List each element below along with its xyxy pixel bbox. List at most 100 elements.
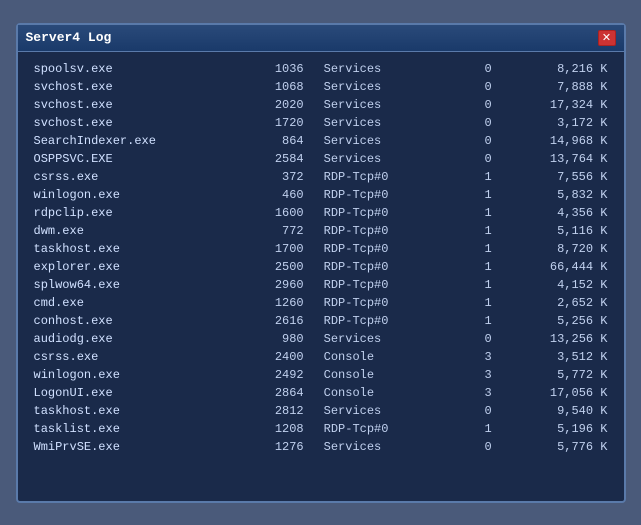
memory: 8,720 K bbox=[498, 240, 614, 258]
memory: 17,056 K bbox=[498, 384, 614, 402]
session: Services bbox=[310, 96, 455, 114]
session: RDP-Tcp#0 bbox=[310, 312, 455, 330]
memory: 14,968 K bbox=[498, 132, 614, 150]
pid: 2960 bbox=[230, 276, 310, 294]
table-row: rdpclip.exe 1600 RDP-Tcp#0 1 4,356 K bbox=[28, 204, 614, 222]
pid: 2864 bbox=[230, 384, 310, 402]
process-name: SearchIndexer.exe bbox=[28, 132, 231, 150]
table-row: csrss.exe 2400 Console 3 3,512 K bbox=[28, 348, 614, 366]
process-name: svchost.exe bbox=[28, 96, 231, 114]
table-row: taskhost.exe 2812 Services 0 9,540 K bbox=[28, 402, 614, 420]
memory: 66,444 K bbox=[498, 258, 614, 276]
session-num: 0 bbox=[454, 78, 497, 96]
process-name: OSPPSVC.EXE bbox=[28, 150, 231, 168]
table-row: spoolsv.exe 1036 Services 0 8,216 K bbox=[28, 60, 614, 78]
pid: 1068 bbox=[230, 78, 310, 96]
process-name: tasklist.exe bbox=[28, 420, 231, 438]
session-num: 3 bbox=[454, 366, 497, 384]
process-name: explorer.exe bbox=[28, 258, 231, 276]
pid: 2584 bbox=[230, 150, 310, 168]
session: RDP-Tcp#0 bbox=[310, 258, 455, 276]
process-name: conhost.exe bbox=[28, 312, 231, 330]
table-row: LogonUI.exe 2864 Console 3 17,056 K bbox=[28, 384, 614, 402]
table-row: OSPPSVC.EXE 2584 Services 0 13,764 K bbox=[28, 150, 614, 168]
table-row: winlogon.exe 2492 Console 3 5,772 K bbox=[28, 366, 614, 384]
memory: 5,772 K bbox=[498, 366, 614, 384]
process-name: rdpclip.exe bbox=[28, 204, 231, 222]
process-name: audiodg.exe bbox=[28, 330, 231, 348]
pid: 1600 bbox=[230, 204, 310, 222]
session: RDP-Tcp#0 bbox=[310, 294, 455, 312]
session-num: 0 bbox=[454, 330, 497, 348]
memory: 4,152 K bbox=[498, 276, 614, 294]
memory: 8,216 K bbox=[498, 60, 614, 78]
process-name: dwm.exe bbox=[28, 222, 231, 240]
session: Services bbox=[310, 438, 455, 456]
table-row: winlogon.exe 460 RDP-Tcp#0 1 5,832 K bbox=[28, 186, 614, 204]
memory: 13,256 K bbox=[498, 330, 614, 348]
pid: 772 bbox=[230, 222, 310, 240]
table-row: tasklist.exe 1208 RDP-Tcp#0 1 5,196 K bbox=[28, 420, 614, 438]
pid: 1700 bbox=[230, 240, 310, 258]
session: RDP-Tcp#0 bbox=[310, 222, 455, 240]
process-name: csrss.exe bbox=[28, 168, 231, 186]
pid: 1036 bbox=[230, 60, 310, 78]
table-row: svchost.exe 2020 Services 0 17,324 K bbox=[28, 96, 614, 114]
session: Services bbox=[310, 330, 455, 348]
table-row: cmd.exe 1260 RDP-Tcp#0 1 2,652 K bbox=[28, 294, 614, 312]
table-row: taskhost.exe 1700 RDP-Tcp#0 1 8,720 K bbox=[28, 240, 614, 258]
process-name: winlogon.exe bbox=[28, 366, 231, 384]
table-row: csrss.exe 372 RDP-Tcp#0 1 7,556 K bbox=[28, 168, 614, 186]
log-content: spoolsv.exe 1036 Services 0 8,216 K svch… bbox=[18, 52, 624, 464]
session: RDP-Tcp#0 bbox=[310, 276, 455, 294]
session-num: 3 bbox=[454, 348, 497, 366]
session: Services bbox=[310, 78, 455, 96]
session-num: 0 bbox=[454, 402, 497, 420]
memory: 5,256 K bbox=[498, 312, 614, 330]
process-name: cmd.exe bbox=[28, 294, 231, 312]
session-num: 1 bbox=[454, 168, 497, 186]
session-num: 1 bbox=[454, 240, 497, 258]
pid: 864 bbox=[230, 132, 310, 150]
session: Services bbox=[310, 402, 455, 420]
memory: 17,324 K bbox=[498, 96, 614, 114]
memory: 5,116 K bbox=[498, 222, 614, 240]
memory: 2,652 K bbox=[498, 294, 614, 312]
pid: 2616 bbox=[230, 312, 310, 330]
process-table: spoolsv.exe 1036 Services 0 8,216 K svch… bbox=[28, 60, 614, 456]
window-title: Server4 Log bbox=[26, 30, 112, 45]
session-num: 0 bbox=[454, 114, 497, 132]
title-bar: Server4 Log ✕ bbox=[18, 25, 624, 52]
close-button[interactable]: ✕ bbox=[598, 30, 616, 46]
session: RDP-Tcp#0 bbox=[310, 168, 455, 186]
session-num: 1 bbox=[454, 222, 497, 240]
session-num: 1 bbox=[454, 276, 497, 294]
session: RDP-Tcp#0 bbox=[310, 240, 455, 258]
table-row: audiodg.exe 980 Services 0 13,256 K bbox=[28, 330, 614, 348]
memory: 3,172 K bbox=[498, 114, 614, 132]
table-row: svchost.exe 1068 Services 0 7,888 K bbox=[28, 78, 614, 96]
process-name: splwow64.exe bbox=[28, 276, 231, 294]
table-row: SearchIndexer.exe 864 Services 0 14,968 … bbox=[28, 132, 614, 150]
memory: 7,888 K bbox=[498, 78, 614, 96]
session: Services bbox=[310, 150, 455, 168]
session-num: 0 bbox=[454, 150, 497, 168]
pid: 2400 bbox=[230, 348, 310, 366]
process-name: csrss.exe bbox=[28, 348, 231, 366]
pid: 1208 bbox=[230, 420, 310, 438]
process-name: spoolsv.exe bbox=[28, 60, 231, 78]
pid: 2812 bbox=[230, 402, 310, 420]
pid: 980 bbox=[230, 330, 310, 348]
pid: 2492 bbox=[230, 366, 310, 384]
pid: 1276 bbox=[230, 438, 310, 456]
process-name: taskhost.exe bbox=[28, 402, 231, 420]
session: Console bbox=[310, 384, 455, 402]
session-num: 1 bbox=[454, 294, 497, 312]
session: RDP-Tcp#0 bbox=[310, 204, 455, 222]
process-name: winlogon.exe bbox=[28, 186, 231, 204]
session: Services bbox=[310, 60, 455, 78]
table-row: svchost.exe 1720 Services 0 3,172 K bbox=[28, 114, 614, 132]
pid: 2020 bbox=[230, 96, 310, 114]
memory: 7,556 K bbox=[498, 168, 614, 186]
process-name: WmiPrvSE.exe bbox=[28, 438, 231, 456]
